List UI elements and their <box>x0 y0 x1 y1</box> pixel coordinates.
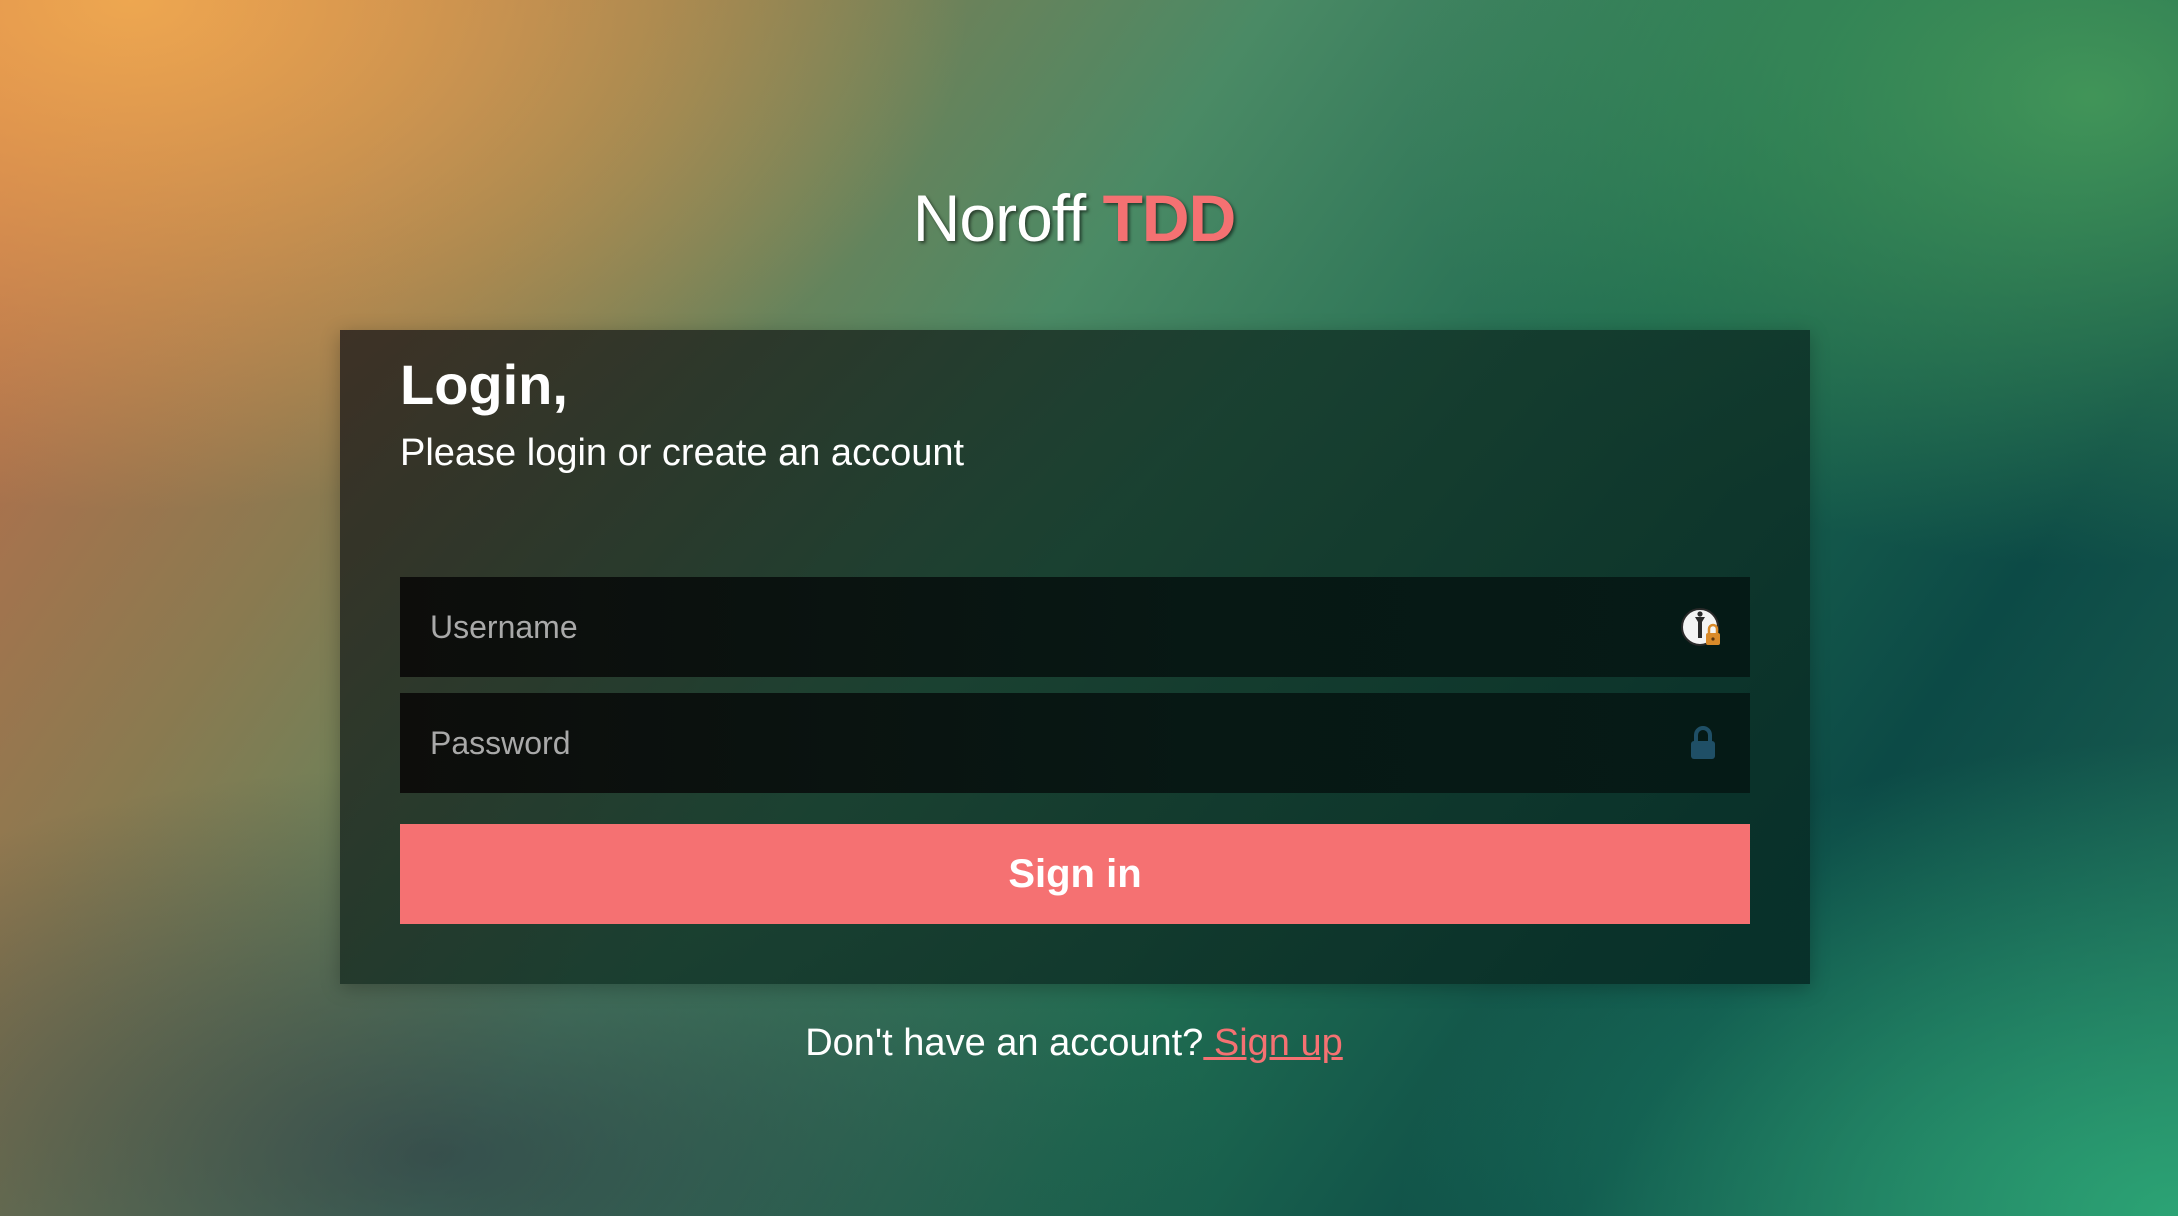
login-subtitle: Please login or create an account <box>400 432 965 474</box>
login-card: Login, Please login or create an account… <box>340 330 1810 984</box>
username-field <box>400 577 1750 677</box>
signup-prompt-text: Don't have an account? <box>805 1022 1204 1064</box>
brand-name: Noroff <box>912 181 1087 255</box>
lock-icon <box>1680 721 1726 767</box>
app-brand-title: Noroff TDD <box>0 180 2148 256</box>
password-input[interactable] <box>400 693 1750 793</box>
password-manager-autofill-icon[interactable] <box>1680 605 1726 651</box>
signup-prompt: Don't have an account? Sign up <box>0 1022 2148 1065</box>
login-title: Login, <box>400 353 568 416</box>
signup-link[interactable]: Sign up <box>1203 1022 1343 1064</box>
password-field <box>400 693 1750 793</box>
username-input[interactable] <box>400 577 1750 677</box>
brand-accent: TDD <box>1102 181 1237 255</box>
signin-button[interactable]: Sign in <box>400 824 1750 924</box>
